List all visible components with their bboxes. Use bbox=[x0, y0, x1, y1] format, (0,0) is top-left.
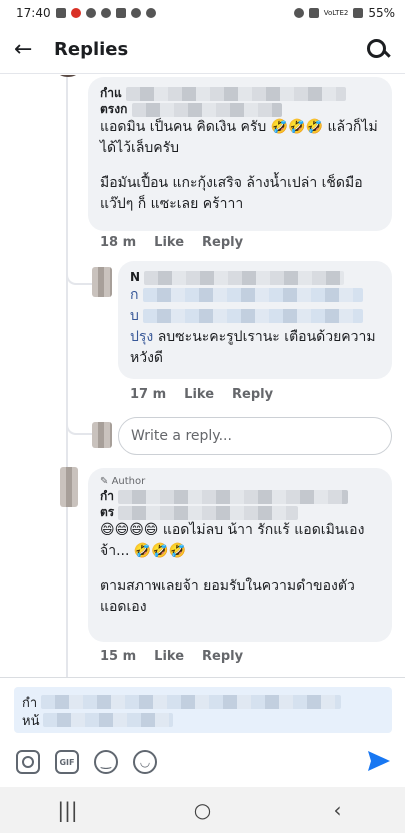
redacted-name bbox=[131, 102, 282, 117]
author-name-line2[interactable]: ตรงก bbox=[100, 102, 127, 116]
comment-actions: 15 m Like Reply bbox=[100, 649, 243, 664]
thread-connector bbox=[66, 405, 92, 435]
composer-line: กํา bbox=[22, 693, 384, 711]
composer-line: หน้ bbox=[22, 711, 384, 729]
redacted-name bbox=[125, 86, 346, 101]
author-name-line2[interactable]: ตร bbox=[100, 505, 114, 519]
comment-line: ก bbox=[130, 285, 380, 306]
redacted-name bbox=[118, 489, 349, 504]
signal-icon bbox=[353, 8, 364, 18]
like-button[interactable]: Like bbox=[154, 649, 184, 664]
redacted-text bbox=[143, 309, 364, 323]
avatar bbox=[92, 422, 112, 448]
messenger-icon bbox=[100, 8, 111, 18]
thread-connector bbox=[66, 255, 92, 285]
comment-actions: 18 m Like Reply bbox=[100, 235, 243, 250]
author-name[interactable]: N bbox=[130, 270, 140, 284]
google-icon bbox=[145, 8, 156, 18]
network-label: VoLTE2 bbox=[323, 9, 349, 17]
composer-input[interactable]: กํา หน้ bbox=[14, 687, 392, 733]
wifi-icon bbox=[308, 8, 319, 18]
alert-icon bbox=[130, 8, 141, 18]
send-icon[interactable] bbox=[367, 750, 391, 772]
reply-input[interactable]: Write a reply... bbox=[118, 417, 392, 455]
status-bar: 17:40 VoLTE2 55% bbox=[0, 0, 405, 26]
redacted-name bbox=[118, 505, 299, 520]
redacted-text bbox=[41, 695, 342, 709]
comment-time: 15 m bbox=[100, 649, 137, 664]
camera-icon[interactable] bbox=[16, 750, 40, 774]
author-name[interactable]: กําแ bbox=[100, 86, 122, 100]
comment-bubble: ✎ Author กํา ตร 😄😄😄😄 แอดไม่ลบ น้าา รักแร… bbox=[88, 468, 392, 642]
notification-badge-icon bbox=[70, 8, 81, 18]
comment-author: กํา bbox=[100, 488, 380, 504]
composer-text: หน้ bbox=[22, 713, 40, 729]
message-icon bbox=[55, 8, 66, 18]
reply-button[interactable]: Reply bbox=[202, 649, 243, 664]
author-label: Author bbox=[111, 476, 146, 487]
comment-author: N bbox=[130, 269, 380, 285]
author-name[interactable]: กํา bbox=[100, 489, 114, 503]
redacted-name bbox=[144, 270, 345, 285]
comment-author-line2: ตรงก bbox=[100, 101, 380, 117]
comment-text: 😄😄😄😄 แอดไม่ลบ น้าา รักแร้ แอดเมินเอง จ้า… bbox=[100, 522, 365, 559]
redacted-text bbox=[43, 713, 174, 727]
avatar bbox=[58, 75, 78, 77]
back-arrow-icon[interactable]: ← bbox=[14, 37, 54, 62]
alarm-icon bbox=[293, 8, 304, 18]
thread-line bbox=[66, 75, 68, 677]
reply-button[interactable]: Reply bbox=[232, 387, 273, 402]
composer-tools: GIF ‿ ◡ bbox=[16, 750, 157, 774]
comment-text: ตามสภาพเลยจ้า ยอมรับในความดำของตัวแอดเอง bbox=[100, 578, 355, 615]
comment-text: มือมันเปื้อน แกะกุ้งเสริจ ล้างน้ำเปล่า เ… bbox=[100, 175, 363, 212]
mention-link[interactable]: ก bbox=[130, 287, 138, 303]
comment-bubble: N ก บ ปรุง ลบซะนะคะรูปเรานะ เตือนด้วยควา… bbox=[118, 261, 392, 379]
emoji-icon[interactable]: ‿ bbox=[94, 750, 118, 774]
youtube-icon bbox=[115, 8, 126, 18]
search-icon[interactable] bbox=[365, 37, 391, 63]
sticker-icon[interactable]: ◡ bbox=[133, 750, 157, 774]
avatar bbox=[92, 267, 112, 297]
back-icon[interactable]: ‹ bbox=[318, 798, 358, 822]
author-badge: ✎ Author bbox=[100, 476, 146, 487]
status-time: 17:40 bbox=[16, 6, 51, 20]
home-icon[interactable]: ○ bbox=[183, 798, 223, 822]
comment-line: ปรุง ลบซะนะคะรูปเรานะ เตือนด้วยความหวังด… bbox=[130, 327, 380, 369]
recents-icon[interactable]: ||| bbox=[48, 798, 88, 822]
comment-actions: 17 m Like Reply bbox=[130, 387, 273, 402]
like-button[interactable]: Like bbox=[184, 387, 214, 402]
redacted-text bbox=[142, 288, 363, 302]
comment-composer: กํา หน้ GIF ‿ ◡ bbox=[0, 677, 405, 787]
gif-icon[interactable]: GIF bbox=[55, 750, 79, 774]
mention-link[interactable]: บ bbox=[130, 308, 139, 324]
comment-text: ลบซะนะคะรูปเรานะ เตือนด้วยความหวังดี bbox=[130, 329, 376, 366]
like-button[interactable]: Like bbox=[154, 235, 184, 250]
page-title: Replies bbox=[54, 39, 129, 60]
mention-link[interactable]: ปรุง bbox=[130, 329, 153, 345]
comment-line: บ bbox=[130, 306, 380, 327]
battery-level: 55% bbox=[368, 6, 395, 20]
comment-bubble: กําแ ตรงก แอดมิน เป็นคน คิดเงิน ครับ 🤣🤣🤣… bbox=[88, 77, 392, 231]
reply-button[interactable]: Reply bbox=[202, 235, 243, 250]
comment-author-line2: ตร bbox=[100, 504, 380, 520]
comment-time: 17 m bbox=[130, 387, 167, 402]
avatar bbox=[60, 467, 78, 507]
app-icon bbox=[85, 8, 96, 18]
system-nav-bar: ||| ○ ‹ bbox=[0, 787, 405, 833]
comment-text: แอดมิน เป็นคน คิดเงิน ครับ 🤣🤣🤣 แล้วก็ไม่… bbox=[100, 119, 378, 156]
comment-time: 18 m bbox=[100, 235, 137, 250]
comment-thread[interactable]: กําแ ตรงก แอดมิน เป็นคน คิดเงิน ครับ 🤣🤣🤣… bbox=[0, 75, 405, 677]
comment-author: กําแ bbox=[100, 85, 380, 101]
app-bar: ← Replies bbox=[0, 26, 405, 74]
